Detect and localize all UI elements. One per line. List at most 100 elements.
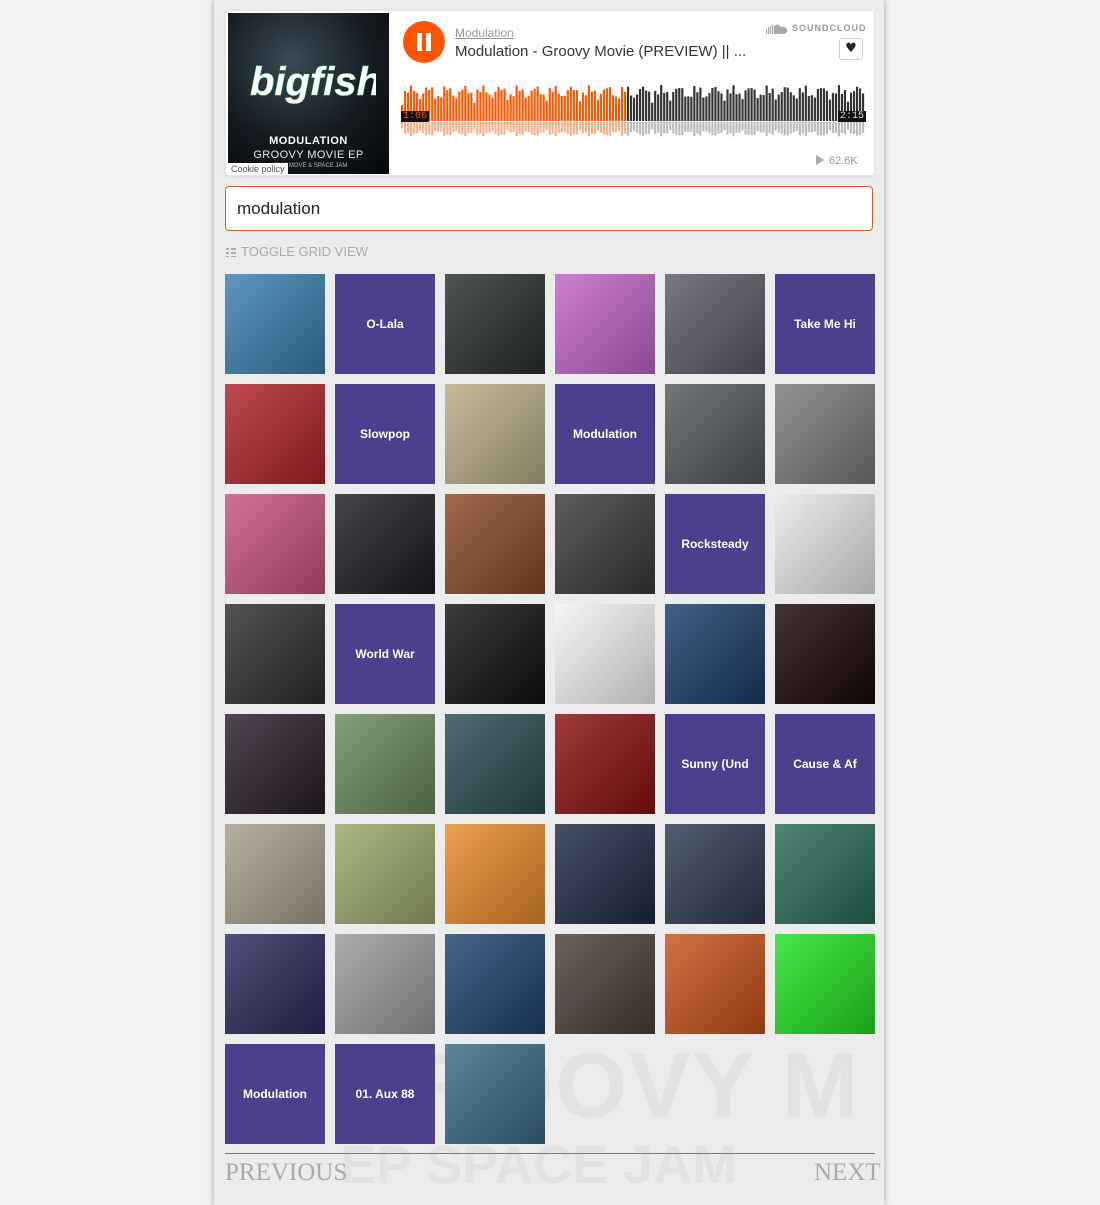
tile-old-man-child[interactable] [335,714,435,814]
tile-synth-knobs[interactable] [555,494,655,594]
tile-abstract-colorful[interactable] [665,274,765,374]
tile-space-light[interactable] [665,604,765,704]
toggle-grid-view[interactable]: TOGGLE GRID VIEW [226,244,368,259]
tile-sunny-und[interactable]: Sunny (Und [665,714,765,814]
tile-grid-pattern[interactable] [445,604,545,704]
tile-red-face[interactable] [555,714,655,814]
tile-cubes-city[interactable] [225,824,325,924]
tile-portrait-headphones[interactable] [225,274,325,374]
tile-abstract-pink[interactable] [555,274,655,374]
waveform-bar [434,98,437,121]
tile-tunnel-colors[interactable] [225,494,325,594]
play-icon [816,155,824,165]
waveform-reflection [623,122,627,134]
waveform-bar [783,87,786,121]
tile-tree-art[interactable] [665,934,765,1034]
track-title[interactable]: Modulation - Groovy Movie (PREVIEW) || .… [455,43,746,60]
waveform-bar [470,92,473,121]
tile-cause-af[interactable]: Cause & Af [775,714,875,814]
like-button[interactable]: ♥ [839,38,863,60]
tile-aux-88[interactable]: 01. Aux 88 [335,1044,435,1144]
waveform-reflection [626,122,630,136]
waveform-bar [530,90,533,121]
waveform-reflection [633,122,636,132]
tile-portrait-man[interactable] [445,274,545,374]
waveform-reflection [756,122,759,132]
waveform-bar [479,92,482,121]
tile-astronaut[interactable] [555,824,655,924]
waveform-bar [675,88,678,121]
tile-psychedelic[interactable] [775,824,875,924]
waveform-bar [819,88,822,121]
cookie-policy-link[interactable]: Cookie policy [228,163,288,174]
tile-take-me-hi[interactable]: Take Me Hi [775,274,875,374]
tile-modulation-2[interactable]: Modulation [225,1044,325,1144]
tile-modulation-1[interactable]: Modulation [555,384,655,484]
tile-man-white-tshirt[interactable] [335,494,435,594]
waveform-reflection [666,122,669,134]
waveform-bar [452,95,455,121]
heart-icon: ♥ [845,41,857,56]
soundcloud-wordmark[interactable]: SOUNDCLOUD [792,23,867,33]
tile-vinyl-turntable[interactable] [335,934,435,1034]
waveform-reflection [437,122,440,132]
waveform-reflection [846,122,850,130]
waveform-bar [717,91,720,121]
waveform-reflection [599,122,603,133]
waveform-reflection [825,122,828,134]
tile-slangor[interactable] [445,1044,545,1144]
tile-cpu-chip[interactable] [335,824,435,924]
waveform-reflection [590,122,593,134]
waveform-reflection [440,122,443,132]
tile-rocksteady[interactable]: Rocksteady [665,494,765,594]
waveform-bar [702,97,705,121]
waveform-bar [786,87,789,121]
pause-button[interactable] [403,21,445,63]
tile-green-noise[interactable] [775,934,875,1034]
waveform-bar [642,86,645,121]
tile-wilkinson[interactable] [775,494,875,594]
waveform-reflection [708,122,711,134]
tile-fabric-art[interactable] [445,384,545,484]
artist-link[interactable]: Modulation [455,26,514,40]
tile-model-style[interactable] [775,384,875,484]
tile-slowpop[interactable]: Slowpop [335,384,435,484]
waveform-bar [720,93,723,121]
waveform-bar [449,88,452,121]
tile-man-hat[interactable] [225,714,325,814]
waveform-reflection [524,122,527,132]
tile-forest-path[interactable] [445,714,545,814]
waveform-bar [690,96,693,121]
tile-orange-pedal[interactable] [445,824,545,924]
tile-man-suit[interactable] [665,384,765,484]
tile-waveforms[interactable] [555,604,655,704]
waveform-bar [437,96,440,121]
waveform-bar [431,87,434,121]
waveform-reflection [759,122,762,133]
tile-comet[interactable] [775,604,875,704]
waveform-reflection [753,122,756,135]
tile-indian-rhythm[interactable] [445,494,545,594]
waveform-bar [738,93,741,121]
soundcloud-icon[interactable] [766,24,788,34]
previous-button[interactable]: PREVIOUS [225,1159,347,1187]
waveform-bar [596,99,600,121]
next-button[interactable]: NEXT [814,1159,881,1187]
waveform-reflection [449,122,452,136]
tile-world-war[interactable]: World War [335,604,435,704]
tile-o-lala[interactable]: O-Lala [335,274,435,374]
tile-man-cap[interactable] [225,604,325,704]
track-artwork[interactable]: bigfish MODULATION GROOVY MOVIE EP ...OV… [228,13,389,174]
waveform-reflection [723,122,726,131]
tile-modular-synth[interactable] [555,934,655,1034]
tile-space-shuttle[interactable] [665,824,765,924]
waveform-reflection [467,122,470,134]
waveform-reflection [699,122,702,136]
waveform-bar [524,97,527,121]
search-input[interactable]: modulation [225,186,873,231]
waveform[interactable] [401,85,865,141]
tile-afro-art[interactable] [225,384,325,484]
tile-mandala[interactable] [225,934,325,1034]
waveform-bar [684,96,687,121]
tile-polaris[interactable] [445,934,545,1034]
